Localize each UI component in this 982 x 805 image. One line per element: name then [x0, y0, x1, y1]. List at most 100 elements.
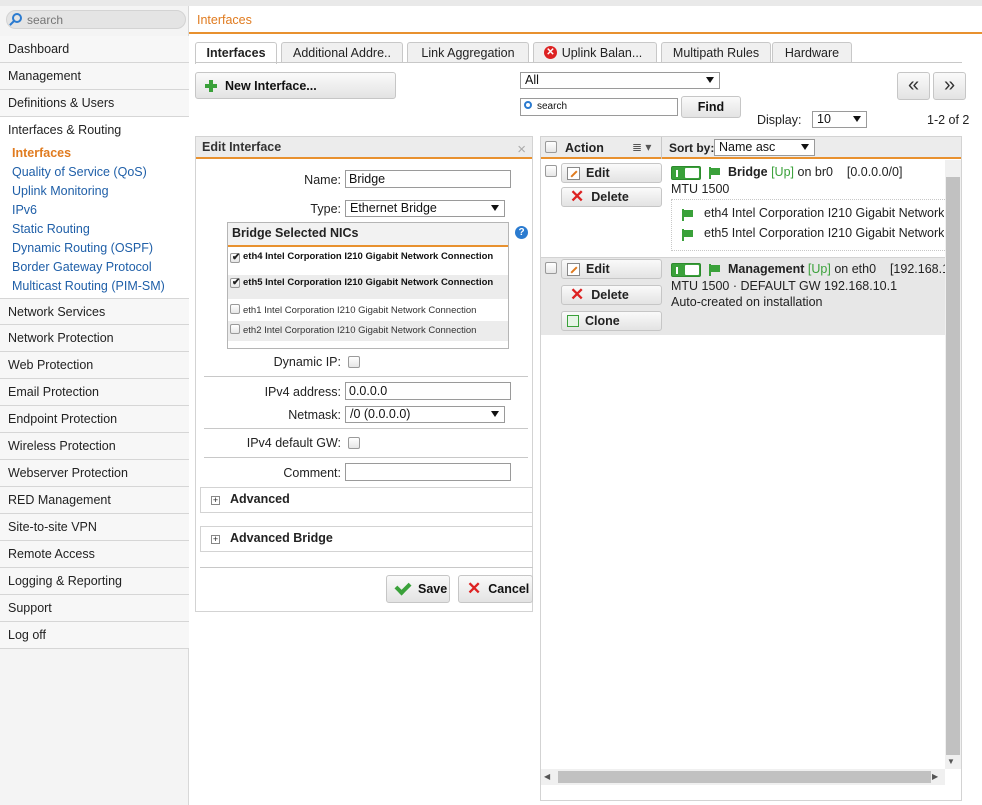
- nav-log-off[interactable]: Log off: [0, 622, 189, 649]
- nav-webserver-protection[interactable]: Webserver Protection: [0, 460, 189, 487]
- nav-wireless-protection[interactable]: Wireless Protection: [0, 433, 189, 460]
- nic-checkbox[interactable]: [230, 324, 240, 334]
- display-label: Display:: [757, 113, 802, 127]
- nav-sub-qos[interactable]: Quality of Service (QoS): [10, 163, 189, 182]
- toggle-switch[interactable]: [671, 166, 701, 180]
- clone-label: Clone: [585, 314, 620, 328]
- nav-sub-multicast[interactable]: Multicast Routing (PIM-SM): [10, 277, 189, 296]
- nic-checkbox[interactable]: ✔: [230, 278, 240, 288]
- nic-item-eth2[interactable]: eth2 Intel Corporation I210 Gigabit Netw…: [228, 321, 508, 341]
- dynamic-ip-checkbox[interactable]: [348, 356, 360, 368]
- nav-endpoint-protection[interactable]: Endpoint Protection: [0, 406, 189, 433]
- advanced-section[interactable]: + Advanced: [200, 487, 533, 513]
- delete-label: Delete: [591, 190, 629, 204]
- sidebar-search-input[interactable]: [27, 12, 177, 27]
- cancel-label: Cancel: [488, 582, 530, 596]
- close-icon[interactable]: ×: [517, 139, 526, 160]
- tab-hardware[interactable]: Hardware: [772, 42, 852, 63]
- nav-logging-reporting[interactable]: Logging & Reporting: [0, 568, 189, 595]
- interface-device: on eth0: [834, 262, 877, 276]
- sidebar-nav: Dashboard Management Definitions & Users…: [0, 36, 189, 649]
- advanced-bridge-label: Advanced Bridge: [230, 531, 333, 545]
- netmask-select[interactable]: /0 (0.0.0.0): [345, 406, 505, 423]
- sidebar-search[interactable]: [6, 10, 186, 29]
- horizontal-scroll-thumb[interactable]: [558, 771, 931, 783]
- chevron-down-icon: [491, 411, 499, 417]
- nav-site-to-site-vpn[interactable]: Site-to-site VPN: [0, 514, 189, 541]
- sort-select[interactable]: Name asc: [714, 139, 815, 156]
- nav-network-services[interactable]: Network Services: [0, 298, 189, 325]
- new-interface-button[interactable]: New Interface...: [195, 72, 396, 99]
- help-icon[interactable]: ?: [515, 226, 528, 239]
- toggle-switch[interactable]: [671, 263, 701, 277]
- filter-select[interactable]: All: [520, 72, 720, 89]
- advanced-label: Advanced: [230, 492, 290, 506]
- type-value: Ethernet Bridge: [350, 201, 437, 215]
- delete-button[interactable]: ✕ Delete: [561, 285, 662, 305]
- ipv4-field[interactable]: 0.0.0.0: [345, 382, 511, 400]
- search-icon: [524, 101, 532, 109]
- nav-sub-ipv6[interactable]: IPv6: [10, 201, 189, 220]
- tab-uplink-balancing-label: Uplink Balan...: [561, 46, 643, 60]
- nav-sub-bgp[interactable]: Border Gateway Protocol: [10, 258, 189, 277]
- edit-button[interactable]: Edit: [561, 163, 662, 183]
- type-select[interactable]: Ethernet Bridge: [345, 200, 505, 217]
- nav-management[interactable]: Management: [0, 63, 189, 90]
- clone-button[interactable]: Clone: [561, 311, 662, 331]
- nav-interfaces-routing: Interfaces & Routing Interfaces Quality …: [0, 117, 189, 298]
- tab-uplink-balancing[interactable]: ✕ Uplink Balan...: [533, 42, 657, 63]
- tab-interfaces[interactable]: Interfaces: [195, 42, 277, 64]
- list-search-input[interactable]: search: [520, 98, 678, 116]
- next-page-button[interactable]: »: [933, 72, 966, 100]
- nav-sub-uplink-monitoring[interactable]: Uplink Monitoring: [10, 182, 189, 201]
- scroll-down-icon[interactable]: ▼: [947, 757, 955, 766]
- row-checkbox[interactable]: [545, 262, 557, 274]
- tab-additional-addresses[interactable]: Additional Addre..: [281, 42, 403, 63]
- nic-checkbox[interactable]: ✔: [230, 253, 240, 263]
- nic-item-eth5[interactable]: ✔ eth5 Intel Corporation I210 Gigabit Ne…: [228, 275, 508, 299]
- list-menu-icon[interactable]: ≣ ▾: [632, 140, 651, 154]
- edit-icon: [567, 166, 580, 180]
- prev-page-button[interactable]: «: [897, 72, 930, 100]
- interface-title: Management [Up] on eth0 [192.168.1: [728, 262, 945, 276]
- cancel-button[interactable]: ✕ Cancel: [458, 575, 533, 603]
- interface-address: [0.0.0.0/0]: [846, 165, 903, 179]
- nav-support[interactable]: Support: [0, 595, 189, 622]
- vertical-scroll-thumb[interactable]: [946, 177, 960, 755]
- nav-remote-access[interactable]: Remote Access: [0, 541, 189, 568]
- delete-button[interactable]: ✕ Delete: [561, 187, 662, 207]
- nav-definitions-users[interactable]: Definitions & Users: [0, 90, 189, 117]
- scroll-right-icon[interactable]: ▶: [932, 772, 938, 781]
- row-checkbox[interactable]: [545, 165, 557, 177]
- name-field[interactable]: Bridge: [345, 170, 511, 188]
- edit-label: Edit: [586, 262, 610, 276]
- nav-sub-static-routing[interactable]: Static Routing: [10, 220, 189, 239]
- find-button[interactable]: Find: [681, 96, 741, 118]
- comment-field[interactable]: [345, 463, 511, 481]
- save-button[interactable]: Save: [386, 575, 450, 603]
- nav-sub-interfaces[interactable]: Interfaces: [10, 144, 189, 163]
- edit-button[interactable]: Edit: [561, 259, 662, 279]
- tab-multipath-rules[interactable]: Multipath Rules: [661, 42, 771, 63]
- advanced-bridge-section[interactable]: + Advanced Bridge: [200, 526, 533, 552]
- chevron-down-icon: [706, 77, 714, 83]
- nav-red-management[interactable]: RED Management: [0, 487, 189, 514]
- scroll-left-icon[interactable]: ◀: [544, 772, 550, 781]
- interface-device: on br0: [797, 165, 833, 179]
- nav-sub-ospf[interactable]: Dynamic Routing (OSPF): [10, 239, 189, 258]
- nav-section-interfaces-routing[interactable]: Interfaces & Routing: [8, 117, 189, 144]
- check-icon: [394, 578, 412, 596]
- nav-dashboard[interactable]: Dashboard: [0, 36, 189, 63]
- nav-web-protection[interactable]: Web Protection: [0, 352, 189, 379]
- nic-item-eth1[interactable]: eth1 Intel Corporation I210 Gigabit Netw…: [228, 301, 508, 321]
- nic-item-eth4[interactable]: ✔ eth4 Intel Corporation I210 Gigabit Ne…: [228, 250, 508, 273]
- expand-icon: +: [211, 534, 220, 544]
- select-all-checkbox[interactable]: [545, 141, 557, 153]
- nav-network-protection[interactable]: Network Protection: [0, 325, 189, 352]
- display-select[interactable]: 10: [812, 111, 867, 128]
- interface-title: Bridge [Up] on br0 [0.0.0.0/0]: [728, 165, 902, 179]
- tab-link-aggregation[interactable]: Link Aggregation: [407, 42, 529, 63]
- default-gw-checkbox[interactable]: [348, 437, 360, 449]
- nav-email-protection[interactable]: Email Protection: [0, 379, 189, 406]
- nic-checkbox[interactable]: [230, 304, 240, 314]
